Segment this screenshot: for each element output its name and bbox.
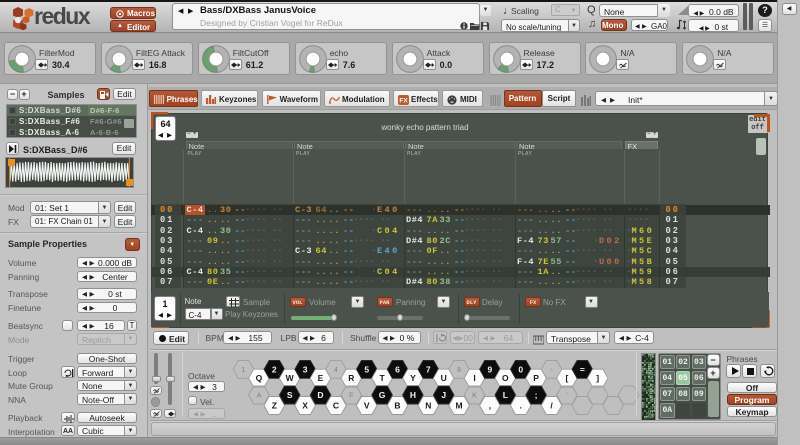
svg-text:H: H (410, 390, 416, 400)
svg-text:U: U (441, 373, 447, 383)
svg-text:F: F (349, 393, 353, 400)
svg-text:D: D (317, 390, 323, 400)
svg-text:O: O (502, 373, 509, 383)
svg-text:A: A (257, 393, 262, 400)
svg-text:;: ; (535, 390, 538, 400)
svg-text:4: 4 (334, 367, 338, 374)
svg-text:3: 3 (303, 364, 308, 374)
svg-text:E: E (318, 373, 324, 383)
svg-text:,: , (489, 401, 491, 411)
svg-text:': ' (566, 393, 567, 400)
svg-text:X: X (302, 401, 308, 411)
svg-text:R: R (348, 373, 354, 383)
svg-text:I: I (473, 373, 475, 383)
svg-text:05: wonky ech: 05: wonky ech (648, 367, 655, 418)
svg-text:K: K (472, 393, 477, 400)
svg-text:6: 6 (395, 364, 400, 374)
svg-text:8: 8 (457, 367, 461, 374)
svg-text:9: 9 (488, 364, 493, 374)
svg-text:7: 7 (426, 364, 431, 374)
svg-text:Z: Z (272, 401, 277, 411)
svg-text:L: L (503, 390, 508, 400)
svg-text:W: W (286, 373, 295, 383)
svg-text:N: N (425, 401, 431, 411)
svg-text:B: B (394, 401, 400, 411)
svg-text:5: 5 (364, 364, 369, 374)
svg-text:J: J (441, 390, 446, 400)
svg-text:=: = (580, 364, 585, 374)
svg-text:V: V (364, 401, 370, 411)
svg-text:C: C (333, 401, 339, 411)
svg-text:[: [ (565, 373, 568, 383)
svg-text:S: S (287, 390, 293, 400)
svg-text:P: P (533, 373, 539, 383)
svg-text:2: 2 (272, 364, 277, 374)
svg-text:Q: Q (256, 373, 263, 383)
svg-text:]: ] (596, 373, 599, 383)
svg-text:-: - (550, 367, 553, 374)
svg-text:.: . (520, 401, 522, 411)
svg-text:1: 1 (242, 367, 246, 374)
svg-text:M: M (456, 401, 463, 411)
svg-text:T: T (379, 373, 385, 383)
svg-text:G: G (379, 390, 386, 400)
svg-text:FX: FX (399, 97, 408, 104)
svg-text:0: 0 (518, 364, 523, 374)
svg-text:Y: Y (410, 373, 416, 383)
